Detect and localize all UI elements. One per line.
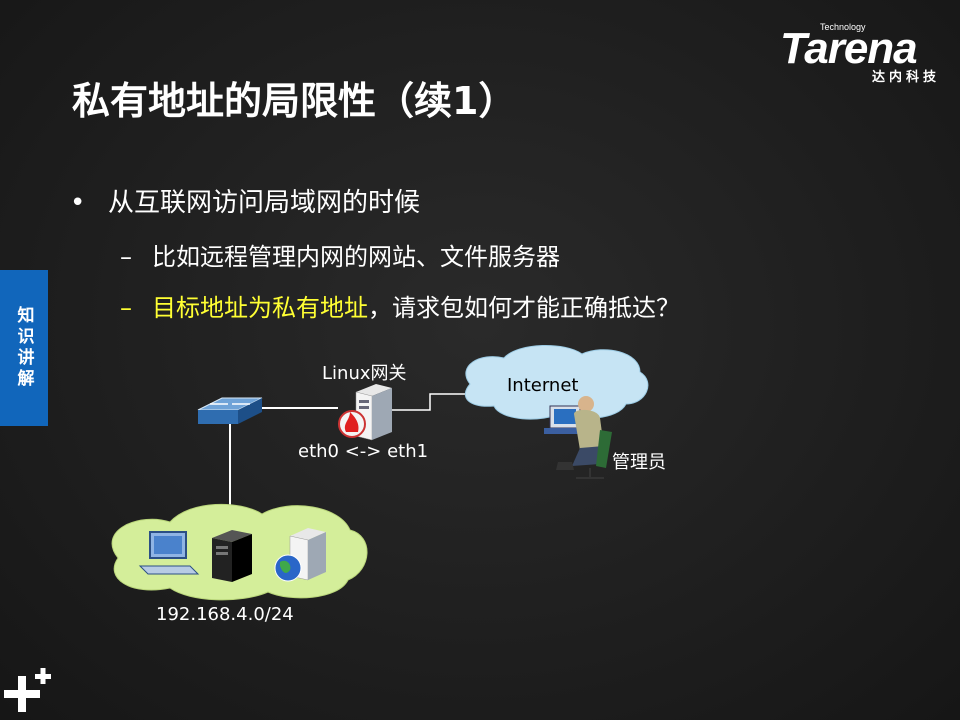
plus-logo-icon: [4, 668, 51, 712]
admin-label: 管理员: [612, 452, 666, 473]
internet-label: Internet: [507, 375, 579, 396]
link-gateway-internet: [388, 393, 476, 411]
gateway-label: Linux网关: [322, 363, 407, 384]
lan-subnet-label: 192.168.4.0/24: [156, 604, 294, 625]
firewall-icon: [338, 410, 366, 438]
gateway-interfaces-label: eth0 <-> eth1: [298, 441, 429, 462]
switch-icon: [197, 397, 263, 424]
network-diagram: [111, 345, 649, 601]
server-icon: [212, 530, 252, 582]
